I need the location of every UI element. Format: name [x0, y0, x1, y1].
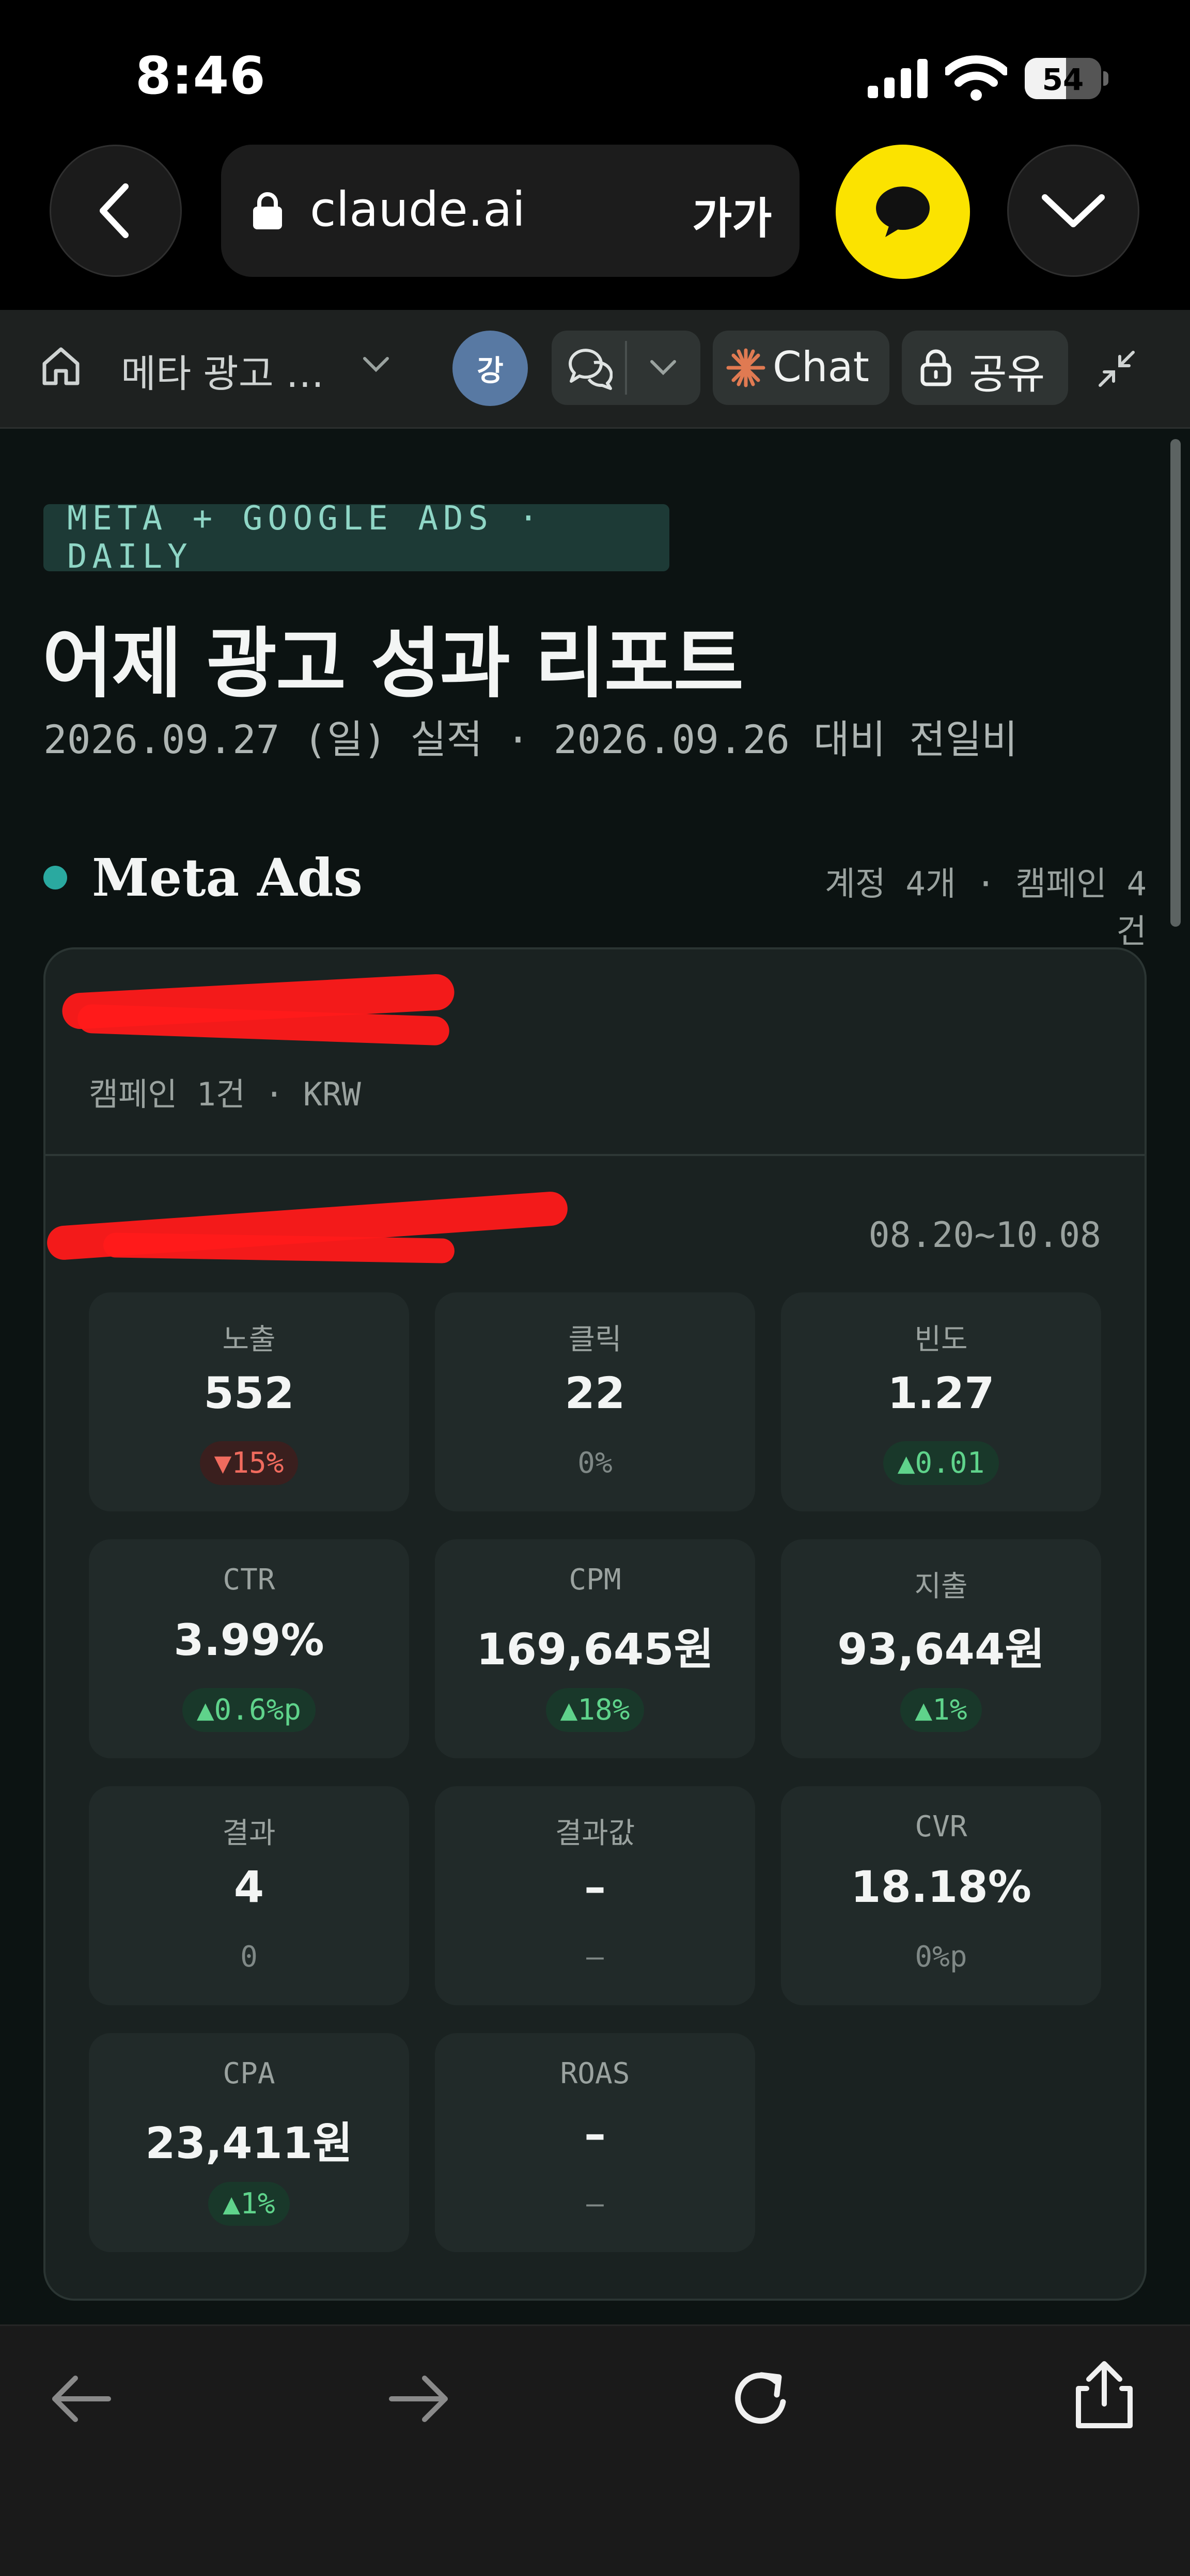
- page-title: 어제 광고 성과 리포트: [42, 619, 744, 708]
- back-arrow-icon[interactable]: [44, 2363, 117, 2435]
- chat-bubbles-icon: [569, 349, 613, 390]
- share-button-label: 공유: [969, 350, 1045, 398]
- metric-change-badge: –: [586, 1940, 604, 1974]
- section-title: Meta Ads: [92, 847, 363, 908]
- chat-button-label: Chat: [773, 343, 869, 391]
- metric-card: CPM 169,645원 ▲18%: [435, 1539, 755, 1758]
- chevron-down-icon: [1042, 194, 1105, 227]
- metric-label: CPM: [569, 1563, 621, 1597]
- metric-card: 노출 552 ▼15%: [89, 1292, 409, 1511]
- metric-value: 23,411원: [145, 2118, 353, 2168]
- metric-change-badge: 0: [240, 1940, 258, 1974]
- signal-icon: [868, 59, 928, 98]
- metric-card: 클릭 22 0%: [435, 1292, 755, 1511]
- chevron-down-icon[interactable]: [362, 354, 390, 375]
- campaign-date-range: 08.20~10.08: [868, 1215, 1101, 1256]
- metric-card: 빈도 1.27 ▲0.01: [781, 1292, 1101, 1511]
- metric-card: CTR 3.99% ▲0.6%p: [89, 1539, 409, 1758]
- collapse-icon[interactable]: [1097, 349, 1136, 388]
- metric-label: ROAS: [560, 2057, 630, 2090]
- chevron-left-icon: [100, 183, 129, 238]
- divider: [45, 1154, 1145, 1156]
- project-title[interactable]: 메타 광고 …: [121, 343, 324, 398]
- lock-icon: [253, 192, 282, 229]
- metric-value: 1.27: [887, 1368, 995, 1418]
- metric-label: CTR: [223, 1563, 275, 1597]
- metric-value: 22: [565, 1368, 625, 1418]
- forward-arrow-icon[interactable]: [383, 2363, 456, 2435]
- metric-change-badge: ▼15%: [199, 1441, 299, 1485]
- section-summary: 계정 4개 · 캠페인 4건: [825, 865, 1147, 951]
- claude-spark-icon: [726, 348, 765, 387]
- metric-change-badge: ▲18%: [545, 1688, 645, 1732]
- metric-label: 클릭: [568, 1323, 622, 1356]
- reload-icon[interactable]: [725, 2363, 797, 2435]
- metric-label: 결과값: [555, 1817, 635, 1850]
- browser-toolbar: [0, 2324, 1190, 2576]
- chevron-down-icon[interactable]: [649, 357, 678, 378]
- metric-change-badge: –: [586, 2187, 604, 2221]
- battery-icon: 54: [1025, 58, 1108, 99]
- metric-card: CPA 23,411원 ▲1%: [89, 2033, 409, 2252]
- kakao-talk-button[interactable]: [836, 145, 970, 279]
- address-url[interactable]: claude.ai: [310, 182, 525, 237]
- metric-value: 552: [203, 1368, 294, 1418]
- metric-change-badge: 0%p: [915, 1940, 967, 1974]
- battery-level: 54: [1042, 62, 1084, 97]
- account-meta: 캠페인 1건 · KRW: [89, 1075, 361, 1113]
- browser-menu-button[interactable]: [1007, 145, 1139, 277]
- metric-card: 결과 4 0: [89, 1786, 409, 2005]
- page-subtitle: 2026.09.27 (일) 실적 · 2026.09.26 대비 전일비: [43, 716, 1018, 762]
- home-icon[interactable]: [39, 344, 83, 387]
- avatar[interactable]: 강: [452, 331, 528, 406]
- divider: [625, 341, 627, 395]
- speech-bubble-icon: [876, 186, 930, 237]
- metric-label: CPA: [223, 2057, 275, 2090]
- metric-label: 빈도: [914, 1323, 968, 1356]
- metric-change-badge: ▲0.01: [883, 1441, 999, 1485]
- metric-value: 93,644원: [837, 1624, 1045, 1675]
- share-icon[interactable]: [1068, 2360, 1140, 2432]
- browser-back-button[interactable]: [50, 145, 182, 277]
- metric-value: 18.18%: [851, 1862, 1031, 1912]
- metric-value: –: [584, 2109, 606, 2159]
- text-size-button[interactable]: 가가: [692, 184, 772, 246]
- lock-icon: [920, 349, 951, 386]
- metric-card: CVR 18.18% 0%p: [781, 1786, 1101, 2005]
- metric-value: 4: [233, 1862, 264, 1912]
- section-dot: [43, 866, 67, 889]
- metric-label: 노출: [222, 1323, 276, 1356]
- metric-card: 결과값 – –: [435, 1786, 755, 2005]
- wifi-icon: [945, 55, 1007, 101]
- metric-change-badge: 0%: [577, 1446, 613, 1480]
- metric-change-badge: ▲1%: [208, 2182, 290, 2226]
- status-time: 8:46: [135, 45, 266, 106]
- metric-change-badge: ▲0.6%p: [182, 1688, 316, 1732]
- metric-change-badge: ▲1%: [900, 1688, 982, 1732]
- metric-label: 지출: [914, 1570, 968, 1603]
- metric-card: ROAS – –: [435, 2033, 755, 2252]
- report-badge: META + GOOGLE ADS · DAILY: [43, 499, 669, 576]
- metric-value: 3.99%: [174, 1615, 324, 1665]
- metric-value: –: [584, 1862, 606, 1912]
- scrollbar[interactable]: [1170, 439, 1181, 927]
- metric-label: CVR: [915, 1810, 967, 1844]
- metric-card: 지출 93,644원 ▲1%: [781, 1539, 1101, 1758]
- metric-label: 결과: [222, 1817, 276, 1850]
- metric-value: 169,645원: [476, 1624, 714, 1675]
